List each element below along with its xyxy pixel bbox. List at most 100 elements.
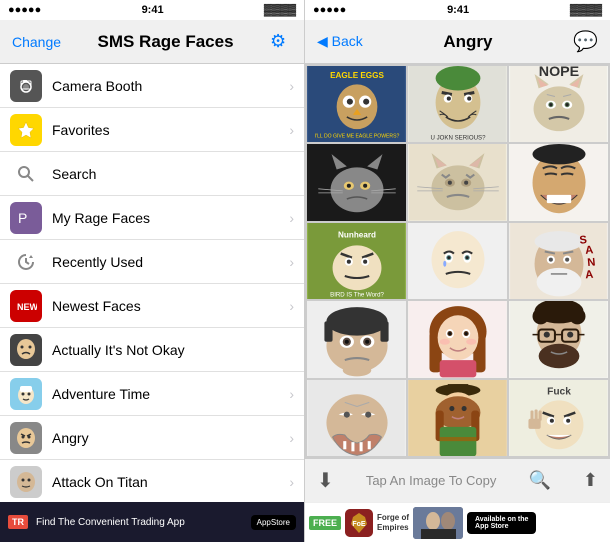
svg-text:BIRD IS The Word?: BIRD IS The Word? — [330, 291, 384, 298]
svg-text:FoE: FoE — [352, 521, 366, 528]
grid-cell-forever-alone[interactable] — [408, 223, 507, 299]
camera-booth-chevron: › — [289, 78, 294, 94]
back-button[interactable]: ◀ Back — [317, 33, 363, 50]
grid-cell-sana[interactable]: S A N A — [509, 223, 608, 299]
tr-badge: TR — [8, 515, 28, 529]
appstore-line1: Available on the — [475, 516, 528, 523]
settings-icon[interactable]: ⚙ — [270, 31, 292, 53]
svg-text:I'LL DO GIVE ME EAGLE POWERS?: I'LL DO GIVE ME EAGLE POWERS? — [315, 133, 400, 139]
camera-booth-icon — [10, 70, 42, 102]
grid-cell-yao-ming[interactable] — [509, 144, 608, 220]
my-rage-faces-chevron: › — [289, 210, 294, 226]
nav-bar-left: Change SMS Rage Faces ⚙ — [0, 20, 304, 64]
attack-on-titan-icon — [10, 466, 42, 498]
menu-item-camera-booth[interactable]: Camera Booth › — [0, 64, 304, 108]
ad-banner-right[interactable]: FREE FoE Forge of Empires Available on t… — [305, 502, 610, 542]
angry-icon — [10, 422, 42, 454]
battery-right: ▓▓▓▓ — [570, 4, 602, 16]
change-button[interactable]: Change — [12, 34, 61, 50]
ad-text-left: Find The Convenient Trading App — [36, 517, 243, 528]
forge-of-empires-text: Forge of Empires — [377, 513, 409, 532]
attack-on-titan-label: Attack On Titan — [52, 474, 289, 490]
grid-cell-girl[interactable] — [408, 301, 507, 377]
recently-used-chevron: › — [289, 254, 294, 270]
recently-used-icon — [10, 246, 42, 278]
grid-cell-troll2[interactable]: Fuck — [509, 380, 608, 456]
menu-item-recently-used[interactable]: Recently Used › — [0, 240, 304, 284]
menu-item-angry[interactable]: Angry › — [0, 416, 304, 460]
status-bar-left: ●●●●● 9:41 ▓▓▓▓ — [0, 0, 304, 20]
svg-text:EAGLE EGGS: EAGLE EGGS — [330, 71, 384, 80]
grid-cell-grumpy2[interactable] — [408, 144, 507, 220]
menu-item-attack-on-titan[interactable]: Attack On Titan › — [0, 460, 304, 502]
svg-text:P: P — [18, 210, 27, 226]
grid-cell-joker[interactable]: U JOKN SERIOUS? — [408, 66, 507, 142]
search-icon — [10, 158, 42, 190]
grid-cell-troll[interactable] — [307, 380, 406, 456]
search-label: Search — [52, 166, 294, 182]
time-left: 9:41 — [142, 4, 164, 16]
svg-text:A: A — [585, 244, 594, 257]
grid-cell-eagle-eggs[interactable]: EAGLE EGGS I'LL DO GIVE ME EAGLE POWERS? — [307, 66, 406, 142]
favorites-icon — [10, 114, 42, 146]
actually-not-okay-label: Actually It's Not Okay — [52, 342, 294, 358]
appstore-line2: App Store — [475, 523, 528, 530]
battery-left: ▓▓▓▓ — [264, 4, 296, 16]
menu-item-search[interactable]: Search — [0, 152, 304, 196]
svg-text:A: A — [585, 268, 594, 281]
bottom-search-icon[interactable]: 🔍 — [528, 470, 550, 491]
grid-cell-nunheard[interactable]: Nunheard BIRD IS The Word? — [307, 223, 406, 299]
newest-faces-icon: NEW — [10, 290, 42, 322]
grid-cell-hipster[interactable] — [509, 301, 608, 377]
ad-banner-left[interactable]: TR Find The Convenient Trading App AppSt… — [0, 502, 304, 542]
bottom-share-icon[interactable]: ⬆ — [583, 470, 598, 491]
svg-text:NOPE: NOPE — [539, 66, 579, 80]
forge-ad-image — [413, 507, 463, 539]
carrier-left: ●●●●● — [8, 4, 41, 16]
favorites-label: Favorites — [52, 122, 289, 138]
forge-title-line2: Empires — [377, 523, 409, 533]
message-icon[interactable]: 💬 — [573, 29, 598, 54]
time-right: 9:41 — [447, 4, 469, 16]
newest-faces-label: Newest Faces — [52, 298, 289, 314]
angry-chevron: › — [289, 430, 294, 446]
grid-cell-thinking[interactable] — [307, 301, 406, 377]
attack-on-titan-chevron: › — [289, 474, 294, 490]
forge-logo: FoE — [345, 509, 373, 537]
bottom-toolbar: ⬇ Tap An Image To Copy 🔍 ⬆ — [305, 458, 610, 502]
menu-item-actually-not-okay[interactable]: Actually It's Not Okay — [0, 328, 304, 372]
appstore-button-right[interactable]: Available on the App Store — [467, 512, 536, 534]
my-rage-faces-icon: P — [10, 202, 42, 234]
download-icon[interactable]: ⬇ — [317, 468, 334, 493]
grid-cell-grumpy-dark[interactable] — [307, 144, 406, 220]
left-nav-title: SMS Rage Faces — [97, 32, 233, 52]
favorites-chevron: › — [289, 122, 294, 138]
menu-item-newest-faces[interactable]: NEW Newest Faces › — [0, 284, 304, 328]
angry-label: Angry — [52, 430, 289, 446]
adventure-time-label: Adventure Time — [52, 386, 289, 402]
actually-not-okay-icon — [10, 334, 42, 366]
menu-item-favorites[interactable]: Favorites › — [0, 108, 304, 152]
right-panel: ●●●●● 9:41 ▓▓▓▓ ◀ Back Angry 💬 EAGLE EGG… — [305, 0, 610, 542]
left-panel: ●●●●● 9:41 ▓▓▓▓ Change SMS Rage Faces ⚙ … — [0, 0, 305, 542]
free-badge: FREE — [309, 516, 341, 530]
recently-used-label: Recently Used — [52, 254, 289, 270]
svg-text:U JOKN SERIOUS?: U JOKN SERIOUS? — [431, 134, 487, 141]
menu-list: Camera Booth › Favorites › Search — [0, 64, 304, 502]
tap-copy-text: Tap An Image To Copy — [366, 473, 497, 488]
grid-cell-grumpy-nope[interactable]: NOPE — [509, 66, 608, 142]
grid-cell-costume[interactable] — [408, 380, 507, 456]
nav-bar-right: ◀ Back Angry 💬 — [305, 20, 610, 64]
carrier-right: ●●●●● — [313, 4, 346, 16]
my-rage-faces-label: My Rage Faces — [52, 210, 289, 226]
back-label: ◀ Back — [317, 33, 363, 50]
svg-text:N: N — [587, 256, 596, 269]
adventure-time-icon — [10, 378, 42, 410]
image-grid: EAGLE EGGS I'LL DO GIVE ME EAGLE POWERS? — [305, 64, 610, 458]
appstore-badge-left[interactable]: AppStore — [251, 515, 296, 530]
menu-item-adventure-time[interactable]: Adventure Time › — [0, 372, 304, 416]
right-nav-title: Angry — [443, 32, 492, 52]
menu-item-my-rage-faces[interactable]: P My Rage Faces › — [0, 196, 304, 240]
svg-text:NEW: NEW — [17, 302, 37, 312]
camera-booth-label: Camera Booth — [52, 78, 289, 94]
